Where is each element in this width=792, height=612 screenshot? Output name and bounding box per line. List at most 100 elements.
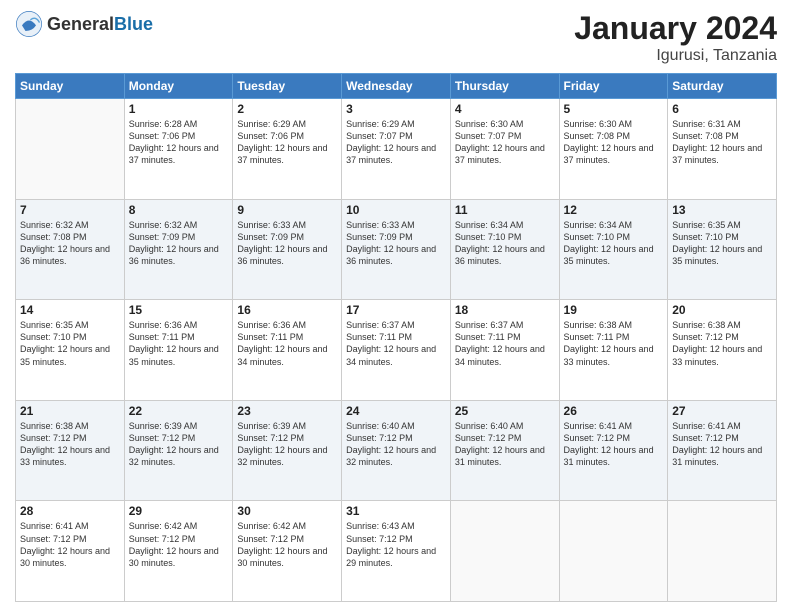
day-number: 23 — [237, 404, 337, 418]
day-cell: 14Sunrise: 6:35 AM Sunset: 7:10 PM Dayli… — [16, 300, 125, 401]
title-location: Igurusi, Tanzania — [574, 47, 777, 65]
day-info: Sunrise: 6:43 AM Sunset: 7:12 PM Dayligh… — [346, 520, 446, 569]
day-cell: 5Sunrise: 6:30 AM Sunset: 7:08 PM Daylig… — [559, 99, 668, 200]
day-number: 20 — [672, 303, 772, 317]
day-info: Sunrise: 6:35 AM Sunset: 7:10 PM Dayligh… — [20, 319, 120, 368]
day-number: 15 — [129, 303, 229, 317]
day-info: Sunrise: 6:30 AM Sunset: 7:08 PM Dayligh… — [564, 118, 664, 167]
day-info: Sunrise: 6:37 AM Sunset: 7:11 PM Dayligh… — [455, 319, 555, 368]
week-row-2: 7 Sunrise: 6:32 AM Sunset: 7:08 PM Daylig… — [16, 199, 777, 300]
day-cell: 21Sunrise: 6:38 AM Sunset: 7:12 PM Dayli… — [16, 400, 125, 501]
day-number: 11 — [455, 203, 555, 217]
header-wednesday: Wednesday — [342, 74, 451, 99]
title-month: January 2024 — [574, 10, 777, 47]
day-cell: 4 Sunrise: 6:30 AM Sunset: 7:07 PM Daylig… — [450, 99, 559, 200]
day-number: 31 — [346, 504, 446, 518]
day-number: 4 — [455, 102, 555, 116]
header-sunday: Sunday — [16, 74, 125, 99]
day-number: 24 — [346, 404, 446, 418]
day-number: 22 — [129, 404, 229, 418]
day-info: Sunrise: 6:39 AM Sunset: 7:12 PM Dayligh… — [129, 420, 229, 469]
day-info: Sunrise: 6:40 AM Sunset: 7:12 PM Dayligh… — [455, 420, 555, 469]
day-number: 29 — [129, 504, 229, 518]
header: GeneralBlue January 2024 Igurusi, Tanzan… — [15, 10, 777, 65]
day-cell: 16 Sunrise: 6:36 AM Sunset: 7:11 PM Dayli… — [233, 300, 342, 401]
day-cell — [16, 99, 125, 200]
day-info: Sunrise: 6:32 AM Sunset: 7:08 PM Dayligh… — [20, 219, 120, 268]
day-info: Sunrise: 6:40 AM Sunset: 7:12 PM Dayligh… — [346, 420, 446, 469]
day-cell: 11 Sunrise: 6:34 AM Sunset: 7:10 PM Dayli… — [450, 199, 559, 300]
day-cell: 15 Sunrise: 6:36 AM Sunset: 7:11 PM Dayli… — [124, 300, 233, 401]
day-info: Sunrise: 6:35 AM Sunset: 7:10 PM Dayligh… — [672, 219, 772, 268]
weekday-header-row: Sunday Monday Tuesday Wednesday Thursday… — [16, 74, 777, 99]
logo: GeneralBlue — [15, 10, 153, 38]
week-row-4: 21Sunrise: 6:38 AM Sunset: 7:12 PM Dayli… — [16, 400, 777, 501]
day-number: 18 — [455, 303, 555, 317]
day-cell — [559, 501, 668, 602]
day-cell: 10 Sunrise: 6:33 AM Sunset: 7:09 PM Dayli… — [342, 199, 451, 300]
day-cell: 13 Sunrise: 6:35 AM Sunset: 7:10 PM Dayli… — [668, 199, 777, 300]
header-thursday: Thursday — [450, 74, 559, 99]
day-info: Sunrise: 6:41 AM Sunset: 7:12 PM Dayligh… — [672, 420, 772, 469]
logo-blue: Blue — [114, 14, 153, 34]
day-cell: 28 Sunrise: 6:41 AM Sunset: 7:12 PM Dayli… — [16, 501, 125, 602]
day-info: Sunrise: 6:41 AM Sunset: 7:12 PM Dayligh… — [20, 520, 120, 569]
day-number: 8 — [129, 203, 229, 217]
day-number: 16 — [237, 303, 337, 317]
day-cell: 18 Sunrise: 6:37 AM Sunset: 7:11 PM Dayli… — [450, 300, 559, 401]
day-cell: 17Sunrise: 6:37 AM Sunset: 7:11 PM Dayli… — [342, 300, 451, 401]
day-number: 27 — [672, 404, 772, 418]
day-cell: 31 Sunrise: 6:43 AM Sunset: 7:12 PM Dayli… — [342, 501, 451, 602]
logo-general: General — [47, 14, 114, 34]
day-number: 13 — [672, 203, 772, 217]
day-cell: 27 Sunrise: 6:41 AM Sunset: 7:12 PM Dayli… — [668, 400, 777, 501]
day-number: 19 — [564, 303, 664, 317]
title-block: January 2024 Igurusi, Tanzania — [574, 10, 777, 65]
day-info: Sunrise: 6:29 AM Sunset: 7:07 PM Dayligh… — [346, 118, 446, 167]
day-number: 7 — [20, 203, 120, 217]
day-cell: 24 Sunrise: 6:40 AM Sunset: 7:12 PM Dayli… — [342, 400, 451, 501]
day-cell: 7 Sunrise: 6:32 AM Sunset: 7:08 PM Daylig… — [16, 199, 125, 300]
day-info: Sunrise: 6:39 AM Sunset: 7:12 PM Dayligh… — [237, 420, 337, 469]
day-cell: 12 Sunrise: 6:34 AM Sunset: 7:10 PM Dayli… — [559, 199, 668, 300]
day-cell: 30Sunrise: 6:42 AM Sunset: 7:12 PM Dayli… — [233, 501, 342, 602]
day-info: Sunrise: 6:36 AM Sunset: 7:11 PM Dayligh… — [129, 319, 229, 368]
day-cell: 23 Sunrise: 6:39 AM Sunset: 7:12 PM Dayli… — [233, 400, 342, 501]
day-number: 10 — [346, 203, 446, 217]
day-info: Sunrise: 6:38 AM Sunset: 7:11 PM Dayligh… — [564, 319, 664, 368]
day-number: 21 — [20, 404, 120, 418]
day-info: Sunrise: 6:33 AM Sunset: 7:09 PM Dayligh… — [237, 219, 337, 268]
day-info: Sunrise: 6:34 AM Sunset: 7:10 PM Dayligh… — [564, 219, 664, 268]
day-cell: 26Sunrise: 6:41 AM Sunset: 7:12 PM Dayli… — [559, 400, 668, 501]
day-cell: 8 Sunrise: 6:32 AM Sunset: 7:09 PM Daylig… — [124, 199, 233, 300]
day-cell: 3 Sunrise: 6:29 AM Sunset: 7:07 PM Daylig… — [342, 99, 451, 200]
day-info: Sunrise: 6:32 AM Sunset: 7:09 PM Dayligh… — [129, 219, 229, 268]
header-tuesday: Tuesday — [233, 74, 342, 99]
day-number: 2 — [237, 102, 337, 116]
day-info: Sunrise: 6:34 AM Sunset: 7:10 PM Dayligh… — [455, 219, 555, 268]
week-row-1: 1Sunrise: 6:28 AM Sunset: 7:06 PM Daylig… — [16, 99, 777, 200]
day-cell: 9Sunrise: 6:33 AM Sunset: 7:09 PM Daylig… — [233, 199, 342, 300]
day-cell: 19 Sunrise: 6:38 AM Sunset: 7:11 PM Dayli… — [559, 300, 668, 401]
header-friday: Friday — [559, 74, 668, 99]
header-saturday: Saturday — [668, 74, 777, 99]
day-cell — [668, 501, 777, 602]
page: GeneralBlue January 2024 Igurusi, Tanzan… — [0, 0, 792, 612]
day-info: Sunrise: 6:33 AM Sunset: 7:09 PM Dayligh… — [346, 219, 446, 268]
day-cell: 29 Sunrise: 6:42 AM Sunset: 7:12 PM Dayli… — [124, 501, 233, 602]
day-number: 1 — [129, 102, 229, 116]
day-number: 28 — [20, 504, 120, 518]
day-info: Sunrise: 6:38 AM Sunset: 7:12 PM Dayligh… — [672, 319, 772, 368]
day-cell: 25 Sunrise: 6:40 AM Sunset: 7:12 PM Dayli… — [450, 400, 559, 501]
day-info: Sunrise: 6:30 AM Sunset: 7:07 PM Dayligh… — [455, 118, 555, 167]
day-info: Sunrise: 6:36 AM Sunset: 7:11 PM Dayligh… — [237, 319, 337, 368]
day-number: 3 — [346, 102, 446, 116]
day-info: Sunrise: 6:42 AM Sunset: 7:12 PM Dayligh… — [129, 520, 229, 569]
logo-icon — [15, 10, 43, 38]
week-row-3: 14Sunrise: 6:35 AM Sunset: 7:10 PM Dayli… — [16, 300, 777, 401]
day-cell: 20 Sunrise: 6:38 AM Sunset: 7:12 PM Dayli… — [668, 300, 777, 401]
day-number: 17 — [346, 303, 446, 317]
day-number: 12 — [564, 203, 664, 217]
day-number: 25 — [455, 404, 555, 418]
header-monday: Monday — [124, 74, 233, 99]
